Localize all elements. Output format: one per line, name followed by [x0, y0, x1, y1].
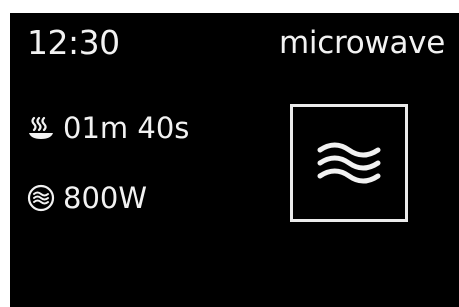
- clock: 12:30: [27, 23, 120, 62]
- microwave-waves-icon: [317, 142, 381, 184]
- power-value: 800W: [63, 181, 148, 215]
- cook-time-value: 01m 40s: [63, 111, 190, 145]
- mode-button[interactable]: [290, 104, 408, 222]
- microwave-waves-circle-icon: [27, 184, 55, 212]
- cook-time-setting[interactable]: 01m 40s: [27, 109, 189, 147]
- power-setting[interactable]: 800W: [27, 179, 147, 217]
- microwave-display: 12:30 microwave 01m 40s 800W: [10, 13, 459, 307]
- mode-label: microwave: [279, 25, 445, 61]
- steaming-dish-icon: [27, 114, 55, 142]
